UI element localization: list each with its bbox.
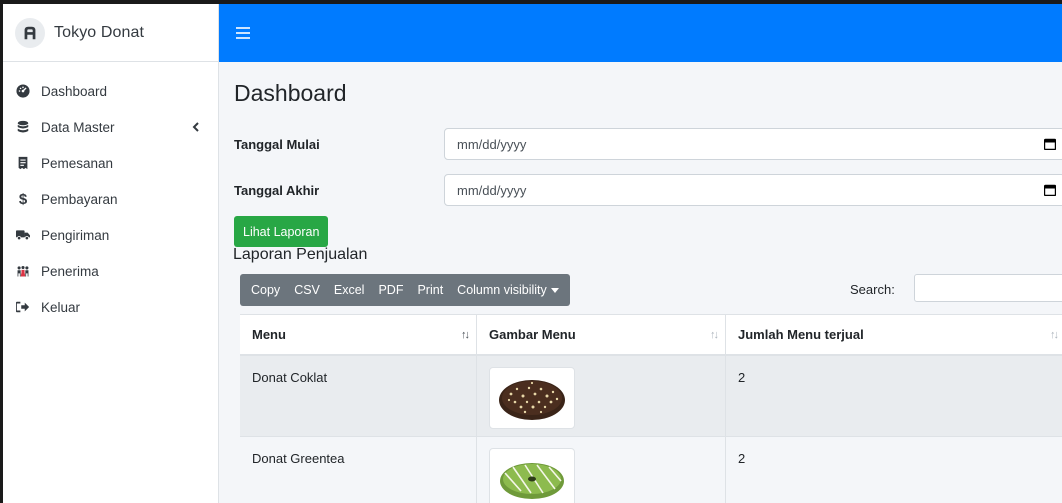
column-visibility-label: Column visibility xyxy=(457,283,547,297)
sidebar-item-pembayaran[interactable]: $ Pembayaran xyxy=(3,181,218,217)
lihat-laporan-button[interactable]: Lihat Laporan xyxy=(234,216,329,247)
end-date-placeholder: mm/dd/yyyy xyxy=(457,182,527,198)
report-title: Laporan Penjualan xyxy=(233,246,368,263)
column-header-label: Gambar Menu xyxy=(489,327,576,342)
column-header-label: Menu xyxy=(252,327,286,342)
tachometer-icon xyxy=(16,84,30,98)
end-date-input[interactable]: mm/dd/yyyy xyxy=(444,174,1062,206)
sidebar-item-dashboard[interactable]: Dashboard xyxy=(3,73,218,109)
column-header-menu[interactable]: Menu ↑↓ xyxy=(240,315,477,354)
calendar-icon[interactable] xyxy=(1044,138,1056,150)
csv-button[interactable]: CSV xyxy=(287,274,327,306)
brand-link[interactable]: Tokyo Donat xyxy=(3,4,218,62)
sidebar-item-penerima[interactable]: Penerima xyxy=(3,253,218,289)
column-header-jumlah[interactable]: Jumlah Menu terjual ↑↓ xyxy=(726,315,1062,354)
copy-button[interactable]: Copy xyxy=(244,274,287,306)
sidebar: Tokyo Donat Dashboard Data Master Pemesa… xyxy=(3,4,219,503)
caret-down-icon xyxy=(550,287,559,293)
print-button[interactable]: Print xyxy=(410,274,450,306)
sidebar-item-pemesanan[interactable]: Pemesanan xyxy=(3,145,218,181)
search-label: Search: xyxy=(850,282,895,297)
end-date-label: Tanggal Akhir xyxy=(234,182,320,198)
cell-menu: Donat Coklat xyxy=(240,356,477,436)
top-navbar xyxy=(219,4,1062,62)
sidebar-item-label: Data Master xyxy=(41,119,115,135)
people-icon xyxy=(16,264,30,278)
brand-name: Tokyo Donat xyxy=(54,23,145,41)
sort-icon: ↑↓ xyxy=(1050,329,1059,341)
sidebar-item-keluar[interactable]: Keluar xyxy=(3,289,218,325)
column-visibility-button[interactable]: Column visibility xyxy=(450,274,566,306)
page-title: Dashboard xyxy=(234,80,347,106)
cell-jumlah: 2 xyxy=(738,370,746,385)
main-content: Dashboard Tanggal Mulai mm/dd/yyyy Tangg… xyxy=(219,62,1062,503)
adminlte-logo-icon xyxy=(15,17,45,48)
truck-icon xyxy=(16,228,30,242)
calendar-icon[interactable] xyxy=(1044,184,1056,196)
sales-report-table: Menu ↑↓ Gambar Menu ↑↓ Jumlah Menu terju… xyxy=(240,314,1062,503)
start-date-label: Tanggal Mulai xyxy=(234,136,320,152)
hamburger-menu-icon[interactable] xyxy=(236,27,250,39)
start-date-row: Tanggal Mulai mm/dd/yyyy xyxy=(234,128,1062,160)
sidebar-nav: Dashboard Data Master Pemesanan $ Pembay… xyxy=(3,62,218,325)
chocolate-donut-image xyxy=(489,367,575,429)
greentea-donut-image xyxy=(489,448,575,503)
sidebar-item-label: Pemesanan xyxy=(41,155,114,171)
table-header: Menu ↑↓ Gambar Menu ↑↓ Jumlah Menu terju… xyxy=(240,314,1062,356)
sidebar-item-label: Pengiriman xyxy=(41,227,110,243)
cell-gambar xyxy=(477,437,726,503)
pdf-button[interactable]: PDF xyxy=(371,274,410,306)
sidebar-item-label: Pembayaran xyxy=(41,191,118,207)
sort-icon: ↑↓ xyxy=(710,329,719,341)
sidebar-item-label: Dashboard xyxy=(41,83,108,99)
cell-gambar xyxy=(477,356,726,436)
chevron-left-icon xyxy=(192,122,199,132)
sort-asc-icon: ↑↓ xyxy=(461,329,470,341)
end-date-row: Tanggal Akhir mm/dd/yyyy xyxy=(234,174,1062,206)
column-header-gambar-menu[interactable]: Gambar Menu ↑↓ xyxy=(477,315,726,354)
column-header-label: Jumlah Menu terjual xyxy=(738,327,864,342)
receipt-icon xyxy=(16,156,30,170)
table-row: Donat Greentea 2 xyxy=(240,437,1062,503)
sidebar-item-label: Penerima xyxy=(41,263,99,279)
excel-button[interactable]: Excel xyxy=(327,274,372,306)
start-date-input[interactable]: mm/dd/yyyy xyxy=(444,128,1062,160)
sidebar-item-label: Keluar xyxy=(41,299,81,315)
export-button-group: Copy CSV Excel PDF Print Column visibili… xyxy=(240,274,570,306)
database-icon xyxy=(16,120,30,134)
sign-out-icon xyxy=(16,300,30,314)
start-date-placeholder: mm/dd/yyyy xyxy=(457,136,527,152)
sidebar-item-pengiriman[interactable]: Pengiriman xyxy=(3,217,218,253)
cell-menu: Donat Greentea xyxy=(240,437,477,503)
sidebar-item-data-master[interactable]: Data Master xyxy=(3,109,218,145)
table-row: Donat Coklat 2 xyxy=(240,356,1062,437)
dollar-icon: $ xyxy=(18,190,28,208)
search-input[interactable] xyxy=(914,274,1062,302)
cell-jumlah: 2 xyxy=(738,451,746,466)
app-window: Tokyo Donat Dashboard Data Master Pemesa… xyxy=(0,0,1062,503)
